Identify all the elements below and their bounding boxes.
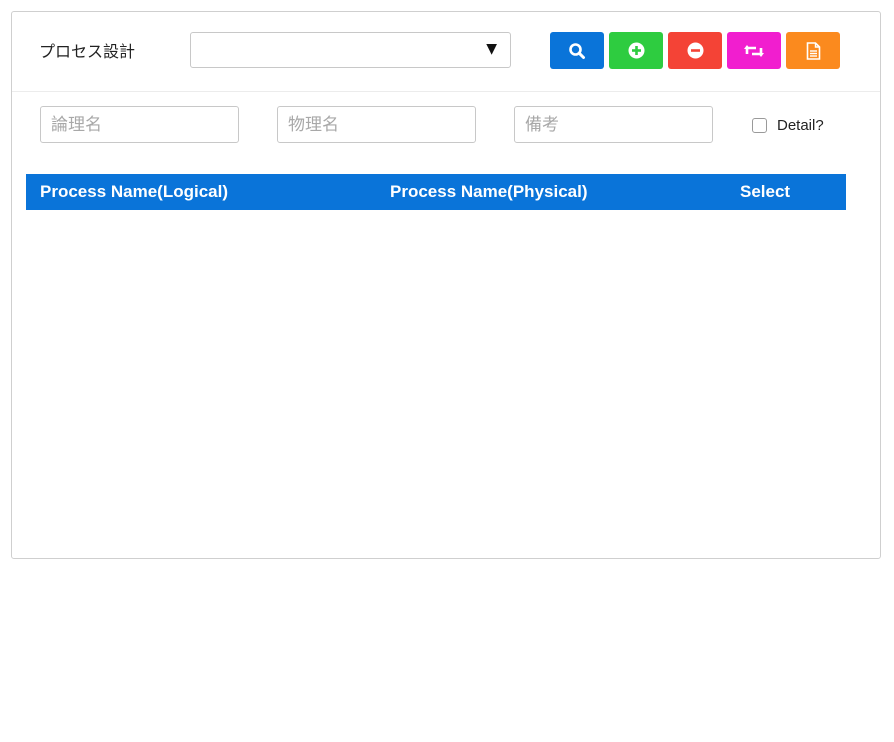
remove-button[interactable] (668, 32, 722, 69)
process-table-header: Process Name(Logical) Process Name(Physi… (26, 174, 846, 210)
detail-checkbox-label: Detail? (777, 116, 824, 134)
search-button[interactable] (550, 32, 604, 69)
detail-checkbox[interactable] (752, 117, 767, 133)
document-icon (806, 41, 820, 60)
add-button[interactable] (609, 32, 663, 69)
physical-name-filter-input[interactable] (277, 106, 476, 143)
process-select-dropdown[interactable]: ▼ (190, 32, 511, 68)
column-header-physical-name[interactable]: Process Name(Physical) (390, 182, 588, 202)
process-table-body (26, 210, 846, 540)
remarks-filter-input[interactable] (514, 106, 713, 143)
retweet-icon (744, 44, 764, 57)
page-title: プロセス設計 (39, 42, 136, 61)
minus-circle-icon (687, 42, 703, 59)
refresh-button[interactable] (727, 32, 781, 69)
process-design-panel: プロセス設計 ▼ 論理名 物理名 備考 Detail? Process Name… (11, 11, 881, 559)
panel-header: プロセス設計 ▼ (12, 12, 880, 92)
search-icon (569, 42, 585, 59)
logical-name-filter-input[interactable] (40, 106, 239, 143)
plus-circle-icon (628, 42, 644, 59)
column-header-select[interactable]: Select (740, 182, 790, 202)
export-document-button[interactable] (786, 32, 840, 69)
column-header-logical-name[interactable]: Process Name(Logical) (40, 182, 228, 202)
chevron-down-icon: ▼ (486, 41, 497, 57)
detail-toggle[interactable]: Detail? (752, 115, 824, 135)
